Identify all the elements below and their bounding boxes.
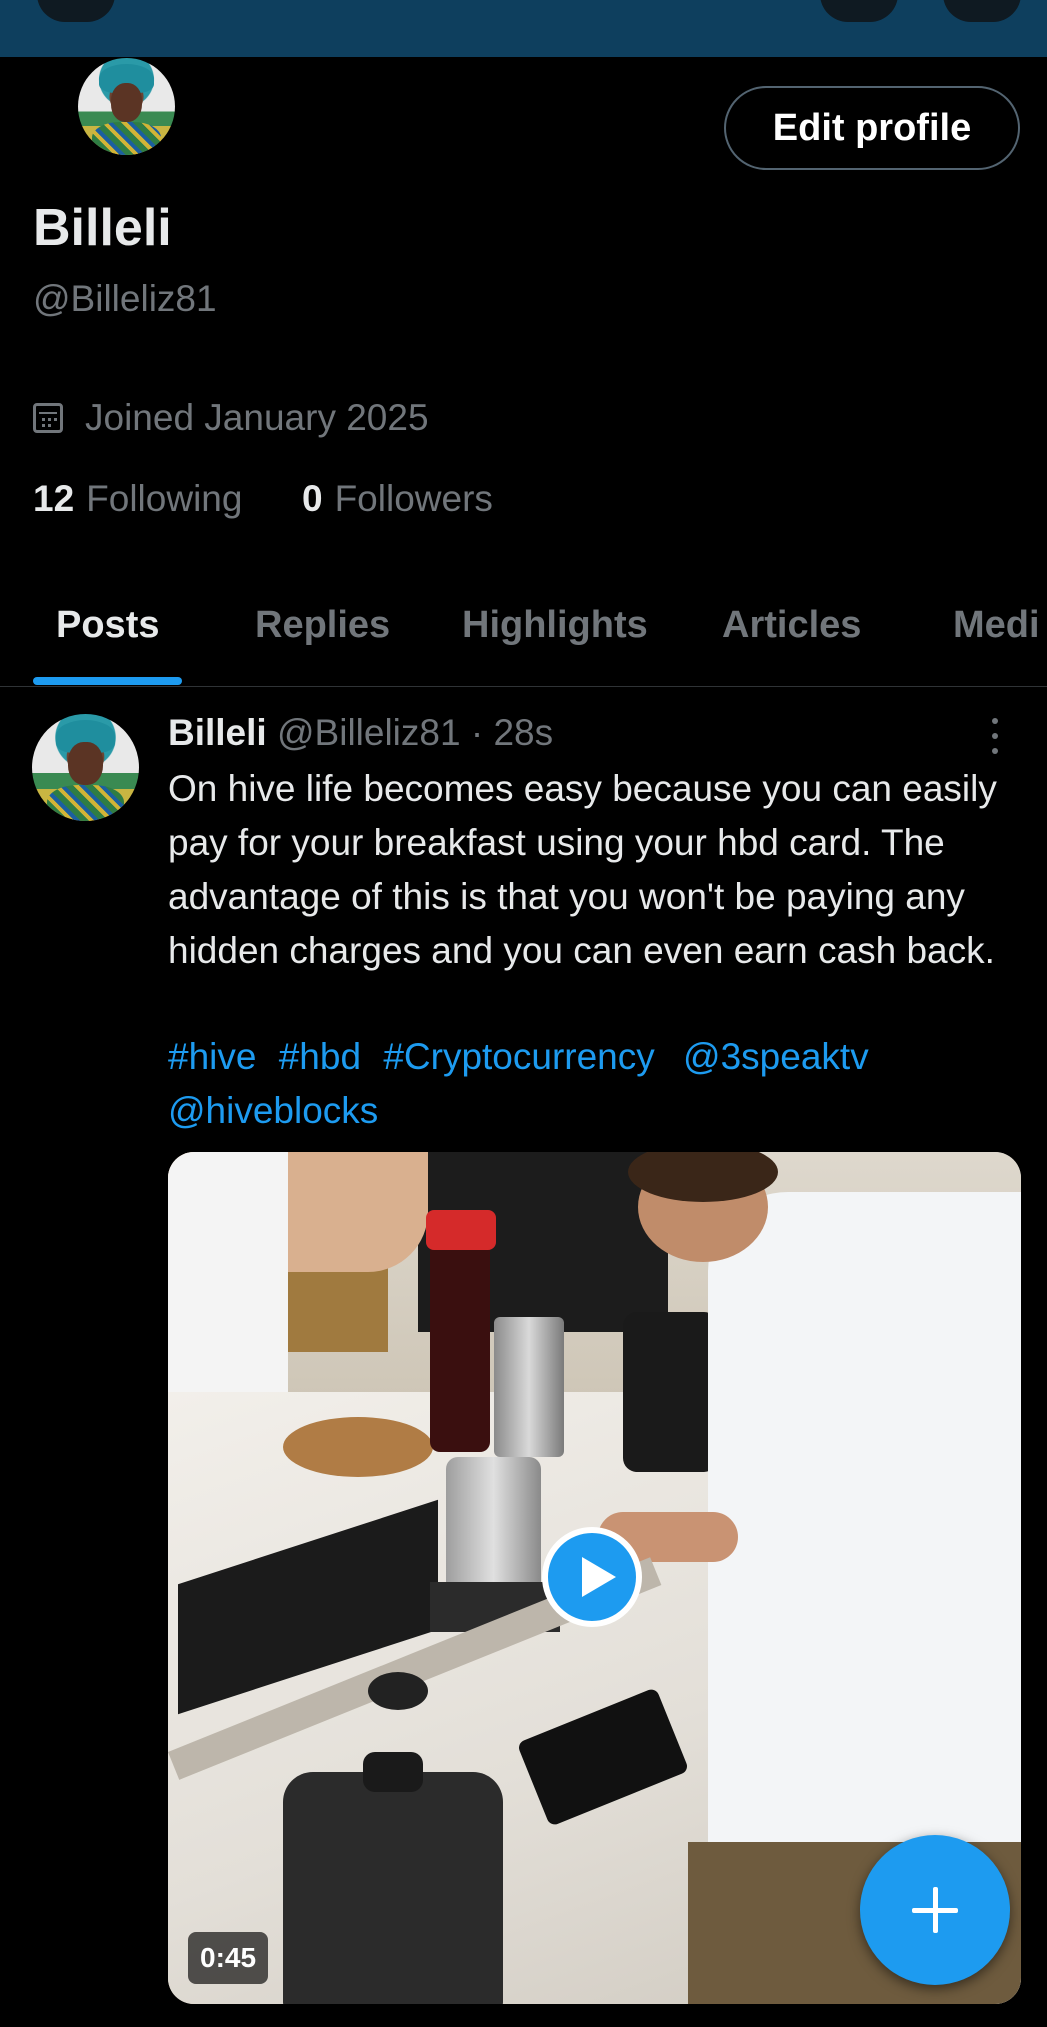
followers-count: 0 xyxy=(302,478,323,519)
followers-label: Followers xyxy=(334,478,493,519)
more-vertical-icon[interactable] xyxy=(992,718,998,754)
following-link[interactable]: 12 Following xyxy=(33,478,242,520)
tab-replies[interactable]: Replies xyxy=(255,604,390,647)
active-tab-indicator xyxy=(33,677,182,685)
post-meta: @Billeliz81 · 28s xyxy=(276,712,554,753)
compose-button[interactable] xyxy=(860,1835,1010,1985)
edit-profile-button[interactable]: Edit profile xyxy=(724,86,1020,170)
mention-hiveblocks[interactable]: @hiveblocks xyxy=(168,1090,378,1131)
following-count: 12 xyxy=(33,478,75,519)
profile-name: Billeli xyxy=(33,199,172,257)
tab-highlights[interactable]: Highlights xyxy=(462,604,648,647)
tab-articles[interactable]: Articles xyxy=(722,604,861,647)
followers-link[interactable]: 0 Followers xyxy=(302,478,493,520)
post-avatar[interactable] xyxy=(32,714,139,821)
play-icon[interactable] xyxy=(542,1527,642,1627)
post-author-name[interactable]: Billeli xyxy=(168,712,267,753)
mention-3speaktv[interactable]: @3speaktv xyxy=(683,1036,869,1077)
hashtag-hbd[interactable]: #hbd xyxy=(279,1036,361,1077)
tabs-divider xyxy=(0,686,1047,687)
profile-tabs: Posts Replies Highlights Articles Medi xyxy=(0,590,1047,686)
following-label: Following xyxy=(86,478,243,519)
joined-date: Joined January 2025 xyxy=(33,397,429,439)
post-header: Billeli @Billeliz81 · 28s xyxy=(168,712,553,754)
video-duration: 0:45 xyxy=(188,1932,269,1984)
hashtag-cryptocurrency[interactable]: #Cryptocurrency xyxy=(383,1036,654,1077)
profile-avatar[interactable] xyxy=(78,58,175,155)
tab-media[interactable]: Medi xyxy=(953,604,1040,647)
joined-text: Joined January 2025 xyxy=(85,397,429,438)
profile-handle: @Billeliz81 xyxy=(33,278,217,319)
hashtag-hive[interactable]: #hive xyxy=(168,1036,256,1077)
tab-posts[interactable]: Posts xyxy=(56,604,159,647)
post-tags: #hive #hbd #Cryptocurrency @3speaktv @hi… xyxy=(168,1030,1008,1138)
calendar-icon xyxy=(33,403,63,433)
post-text: On hive life becomes easy because you ca… xyxy=(168,768,997,971)
